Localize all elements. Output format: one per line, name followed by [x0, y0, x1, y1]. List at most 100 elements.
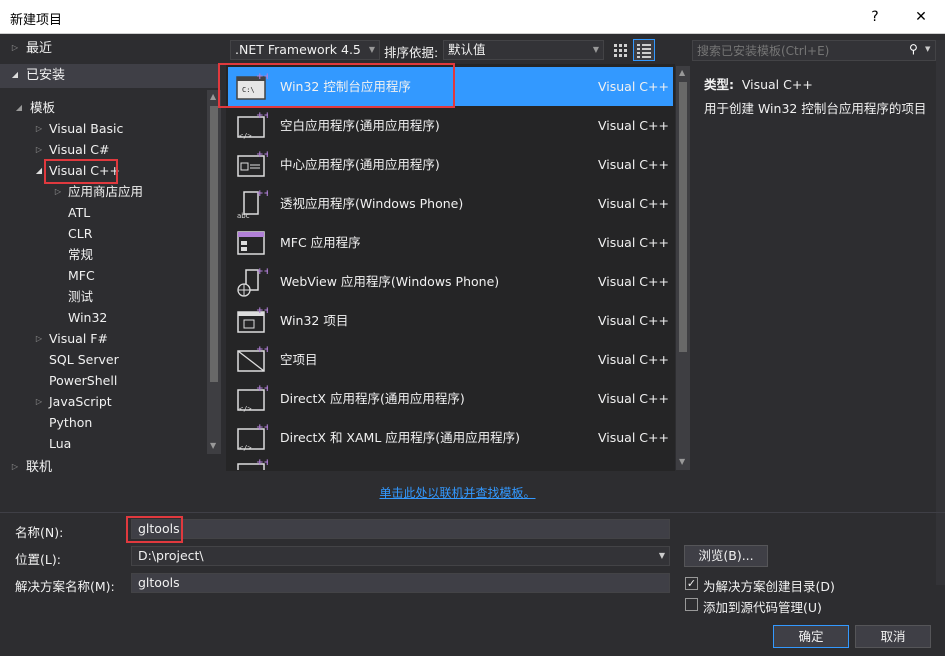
pivot-app-icon: abc ++: [236, 188, 271, 220]
chevron-down-icon: ▼: [592, 45, 599, 54]
title-bar: 新建项目 ? ✕: [0, 0, 945, 34]
template-row-empty-project[interactable]: ++ 空项目 Visual C++: [228, 340, 673, 379]
expand-arrow-icon[interactable]: ▷: [53, 181, 63, 202]
search-icon[interactable]: ⚲: [909, 42, 918, 56]
tree-label: Lua: [49, 436, 72, 449]
sort-select[interactable]: 默认值 ▼: [443, 40, 604, 60]
template-name: 空项目: [280, 352, 318, 367]
tree-label: 常规: [68, 247, 94, 262]
expand-arrow-icon[interactable]: ▷: [34, 391, 44, 412]
expand-arrow-icon[interactable]: ▷: [10, 37, 20, 58]
expand-arrow-icon[interactable]: ▷: [10, 456, 20, 477]
tree-item-visual-csharp[interactable]: ▷ Visual C#: [0, 139, 205, 160]
tree-label: ATL: [68, 205, 91, 220]
tree-item-atl[interactable]: ATL: [0, 202, 205, 223]
template-name: 透视应用程序(Windows Phone): [280, 196, 464, 211]
template-name: DirectX 和 XAML 应用程序(通用应用程序): [280, 430, 521, 445]
collapse-arrow-icon[interactable]: ◢: [34, 160, 44, 181]
tree-item-visual-cpp[interactable]: ◢ Visual C++: [0, 160, 205, 181]
template-scrollbar[interactable]: ▲ ▼: [676, 66, 690, 470]
tree-item-win32[interactable]: Win32: [0, 307, 205, 328]
tree-recent[interactable]: ▷ 最近: [0, 37, 218, 61]
expand-arrow-icon[interactable]: ▷: [34, 118, 44, 139]
collapse-arrow-icon[interactable]: ◢: [10, 64, 20, 85]
scroll-down-icon[interactable]: ▼: [679, 457, 685, 466]
template-lang: Visual C++: [598, 274, 669, 289]
tree-item-clr[interactable]: CLR: [0, 223, 205, 244]
chevron-down-icon[interactable]: ▼: [925, 45, 930, 53]
tree-item-visual-fsharp[interactable]: ▷ Visual F#: [0, 328, 205, 349]
scroll-up-icon[interactable]: ▲: [210, 92, 216, 101]
tree-scrollbar[interactable]: ▲ ▼: [207, 90, 221, 454]
help-button[interactable]: ?: [852, 0, 898, 34]
template-row-blank-app[interactable]: </> ++ 空白应用程序(通用应用程序) Visual C++: [228, 106, 673, 145]
scrollbar-thumb[interactable]: [679, 82, 687, 352]
list-view-icon[interactable]: [633, 39, 655, 61]
grid-view-icon[interactable]: [610, 40, 630, 60]
tree-label: JavaScript: [49, 394, 112, 409]
sort-label: 排序依据:: [384, 45, 439, 60]
template-name: 中心应用程序(通用应用程序): [280, 157, 440, 172]
scroll-up-icon[interactable]: ▲: [679, 68, 685, 77]
tree-item-javascript[interactable]: ▷ JavaScript: [0, 391, 205, 412]
browse-button[interactable]: 浏览(B)...: [684, 545, 768, 567]
tree-label: Visual F#: [49, 331, 108, 346]
tree-label: Visual C++: [49, 163, 120, 178]
tree-item-mfc[interactable]: MFC: [0, 265, 205, 286]
divider: [0, 512, 945, 513]
expand-arrow-icon[interactable]: ▷: [34, 139, 44, 160]
template-row-partial[interactable]: ++: [228, 457, 673, 470]
name-value: gltools: [138, 521, 180, 536]
location-select[interactable]: D:\project\ ▼: [131, 546, 670, 566]
template-row-directx-xaml-app[interactable]: </> ++ DirectX 和 XAML 应用程序(通用应用程序) Visua…: [228, 418, 673, 457]
template-lang: Visual C++: [598, 391, 669, 406]
expand-arrow-icon[interactable]: ▷: [34, 328, 44, 349]
tree-label: 测试: [68, 289, 94, 304]
name-label: 名称(N):: [15, 525, 64, 540]
tree-item-lua[interactable]: Lua: [0, 433, 205, 449]
template-lang: Visual C++: [598, 352, 669, 367]
template-row-directx-app[interactable]: </> ++ DirectX 应用程序(通用应用程序) Visual C++: [228, 379, 673, 418]
template-lang: Visual C++: [598, 235, 669, 250]
scrollbar-thumb[interactable]: [210, 106, 218, 382]
search-box[interactable]: ⚲ ▼: [692, 40, 936, 61]
tree-label: 模板: [30, 100, 56, 115]
framework-select[interactable]: .NET Framework 4.5 ▼: [230, 40, 380, 60]
template-lang: Visual C++: [598, 79, 669, 94]
tree-item-store-apps[interactable]: ▷ 应用商店应用: [0, 181, 205, 202]
tree-item-powershell[interactable]: PowerShell: [0, 370, 205, 391]
add-source-checkbox[interactable]: [685, 598, 698, 611]
svg-text:C:\: C:\: [242, 86, 255, 94]
tree-label: PowerShell: [49, 373, 118, 388]
name-field[interactable]: gltools: [131, 519, 670, 539]
collapse-arrow-icon[interactable]: ◢: [14, 97, 24, 118]
tree-installed[interactable]: ◢ 已安装: [0, 64, 218, 88]
create-dir-checkbox[interactable]: ✓: [685, 577, 698, 590]
template-row-hub-app[interactable]: ++ 中心应用程序(通用应用程序) Visual C++: [228, 145, 673, 184]
cancel-button[interactable]: 取消: [855, 625, 931, 648]
online-templates-link[interactable]: 单击此处以联机并查找模板。: [379, 486, 535, 500]
mfc-app-icon: [236, 227, 266, 257]
hub-app-icon: ++: [236, 149, 271, 179]
tree-item-python[interactable]: Python: [0, 412, 205, 433]
scroll-down-icon[interactable]: ▼: [210, 441, 216, 450]
template-icon: ++: [237, 458, 268, 470]
template-row-win32-console[interactable]: C:\ ++ Win32 控制台应用程序 Visual C++: [228, 67, 673, 106]
template-row-win32-project[interactable]: ++ Win32 项目 Visual C++: [228, 301, 673, 340]
details-description: 用于创建 Win32 控制台应用程序的项目: [704, 101, 927, 116]
solution-name-field[interactable]: gltools: [131, 573, 670, 593]
tree-item-general[interactable]: 常规: [0, 244, 205, 265]
close-button[interactable]: ✕: [898, 0, 944, 34]
tree-templates[interactable]: ◢ 模板: [0, 97, 205, 118]
template-row-mfc-app[interactable]: MFC 应用程序 Visual C++: [228, 223, 673, 262]
search-input[interactable]: [693, 41, 903, 60]
svg-text:++: ++: [256, 423, 268, 433]
tree-item-visual-basic[interactable]: ▷ Visual Basic: [0, 118, 205, 139]
tree-online[interactable]: ▷ 联机: [0, 456, 222, 480]
solution-value: gltools: [138, 575, 180, 590]
template-row-pivot-app[interactable]: abc ++ 透视应用程序(Windows Phone) Visual C++: [228, 184, 673, 223]
template-row-webview-app[interactable]: ++ WebView 应用程序(Windows Phone) Visual C+…: [228, 262, 673, 301]
ok-button[interactable]: 确定: [773, 625, 849, 648]
tree-item-sql-server[interactable]: SQL Server: [0, 349, 205, 370]
tree-item-test[interactable]: 测试: [0, 286, 205, 307]
